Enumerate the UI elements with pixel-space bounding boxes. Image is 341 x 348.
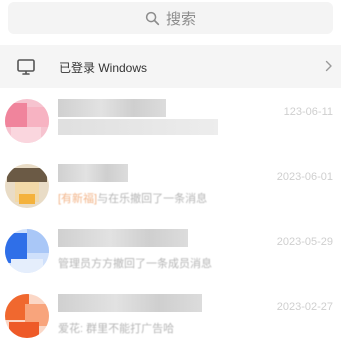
chat-preview-redacted — [58, 119, 218, 135]
login-status-label: 已登录 Windows — [59, 61, 148, 75]
preview-tag: [有新福] — [58, 193, 98, 205]
chat-list: 123-06-11 2023-06-01 [有新福]与在乐撤回了一条消息 202… — [0, 88, 341, 348]
chevron-right-icon — [325, 60, 332, 72]
chat-item[interactable]: 2023-05-29 管理员方方撤回了一条成员消息 — [0, 218, 341, 283]
chat-date: 2023-06-01 — [276, 171, 333, 183]
search-bar[interactable]: 搜索 — [8, 2, 333, 34]
search-bar-container: 搜索 — [0, 0, 341, 42]
chat-preview: 爱花: 群里不能打广告哈 — [58, 323, 175, 335]
preview-text: 与在乐撤回了一条消息 — [97, 193, 208, 205]
avatar — [5, 99, 49, 143]
chat-name-redacted — [58, 229, 188, 247]
chat-date: 2023-05-29 — [276, 236, 333, 248]
chat-item[interactable]: 2023-06-01 [有新福]与在乐撤回了一条消息 — [0, 153, 341, 218]
chat-item[interactable]: 123-06-11 — [0, 88, 341, 153]
avatar — [5, 164, 49, 208]
chat-list-page: 搜索 已登录 Windows 123-06-11 2023-06-01 [有新福… — [0, 0, 341, 348]
chat-name-redacted — [58, 99, 166, 117]
chat-preview: 管理员方方撤回了一条成员消息 — [58, 258, 212, 270]
search-icon — [145, 11, 160, 25]
chat-item[interactable]: 2023-02-27 爱花: 群里不能打广告哈 — [0, 283, 341, 348]
chat-name-redacted — [58, 164, 128, 182]
chat-date: 2023-02-27 — [276, 301, 333, 313]
avatar — [5, 294, 49, 338]
monitor-icon — [17, 59, 35, 75]
search-label: 搜索 — [165, 10, 196, 28]
chat-name-redacted — [58, 294, 202, 312]
windows-login-bar[interactable]: 已登录 Windows — [0, 45, 341, 88]
chat-date: 123-06-11 — [283, 106, 333, 118]
avatar — [5, 229, 49, 273]
chat-preview: [有新福]与在乐撤回了一条消息 — [58, 190, 207, 206]
